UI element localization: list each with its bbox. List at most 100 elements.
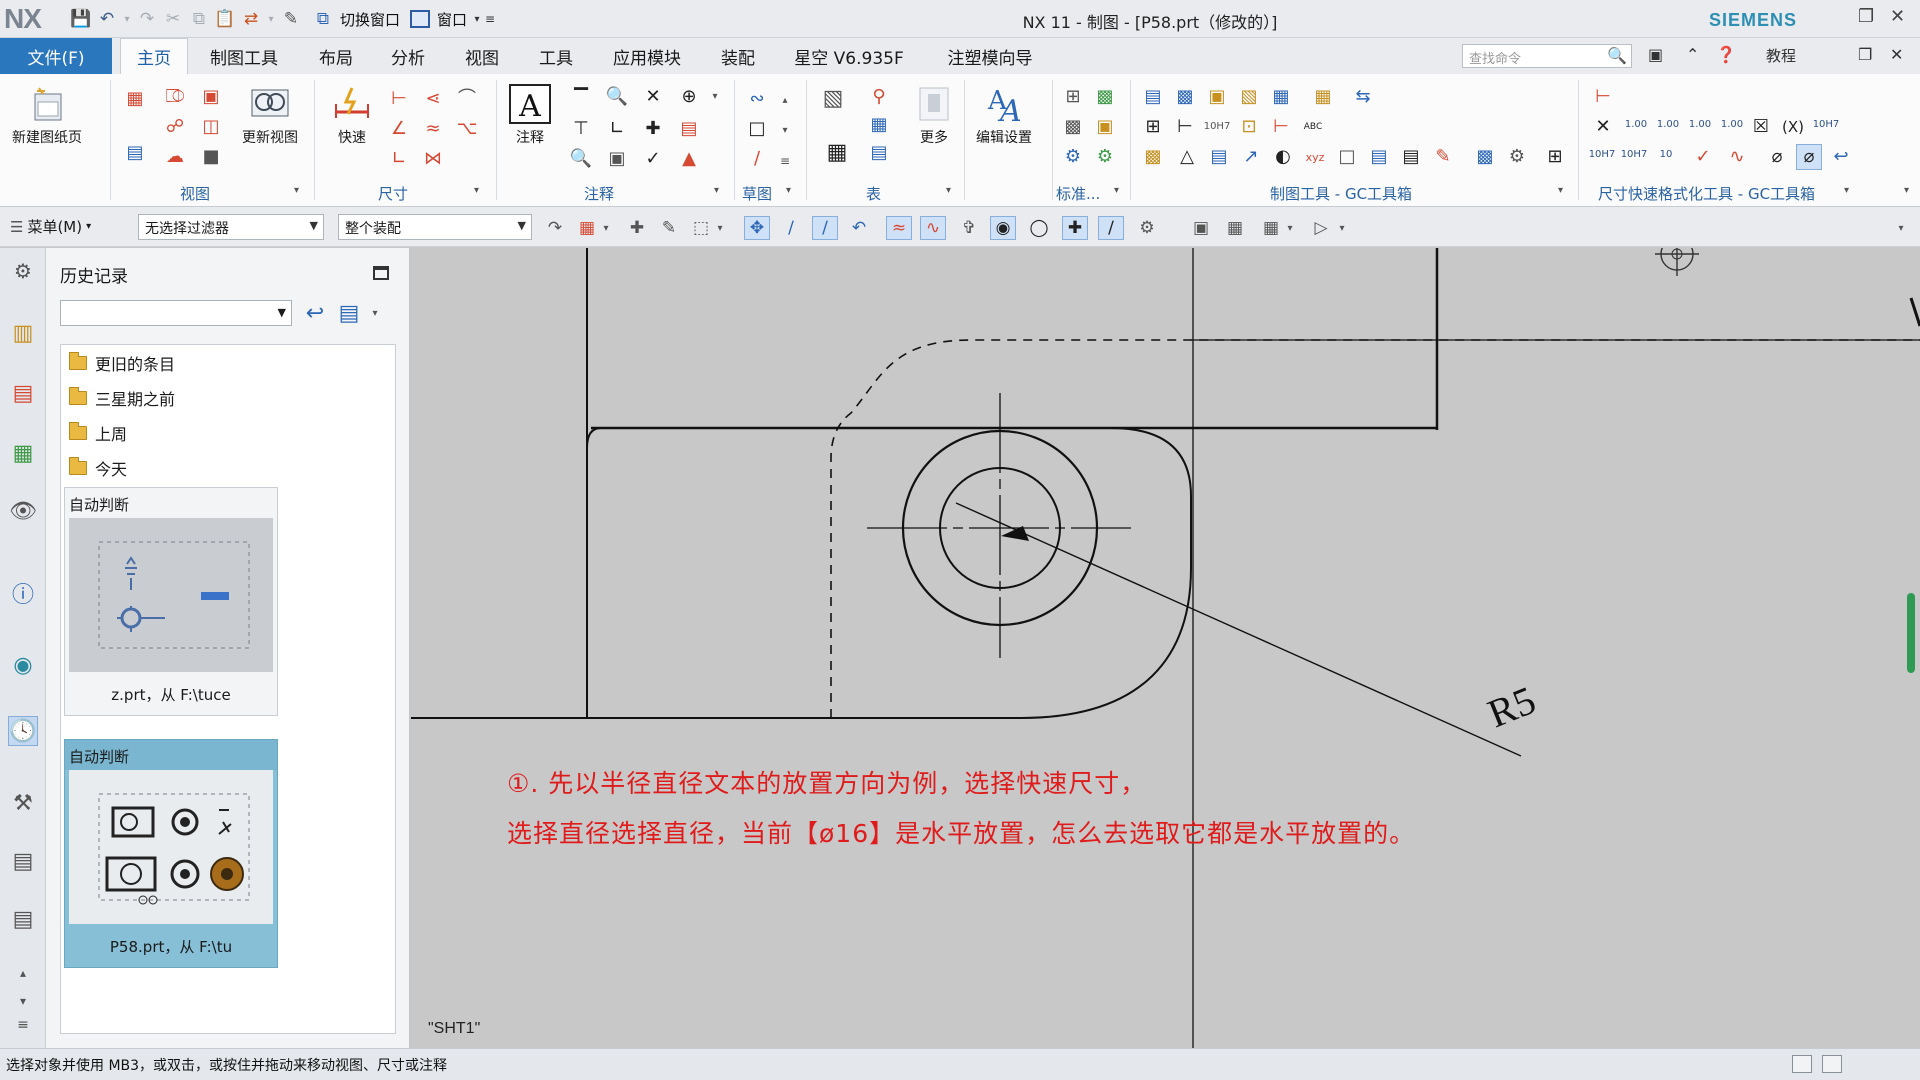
undo-icon[interactable]: ↶ bbox=[94, 7, 120, 31]
gc-tool-5-icon[interactable]: ▦ bbox=[1268, 84, 1294, 110]
gc-tool-16-icon[interactable]: ▤ bbox=[1206, 144, 1232, 170]
group-view-dropdown-icon[interactable]: ▾ bbox=[294, 185, 299, 196]
more-button[interactable]: 更多 bbox=[912, 84, 956, 147]
dim-format-stack-icon[interactable]: ⊢ bbox=[1590, 84, 1616, 110]
linear-dimension-icon[interactable]: ⊢ bbox=[386, 86, 412, 112]
gc-tool-18-icon[interactable]: ◐ bbox=[1270, 144, 1296, 170]
weld-symbol-icon[interactable]: ▲ bbox=[676, 146, 702, 172]
tab-layout[interactable]: 布局 bbox=[308, 38, 364, 74]
group-standard-dropdown-icon[interactable]: ▾ bbox=[1114, 185, 1119, 196]
snap-intersection-icon[interactable]: ≈ bbox=[886, 216, 912, 240]
diameter-format-icon[interactable]: ⌀ bbox=[1764, 144, 1790, 170]
edit-settings-button[interactable]: AA 编辑设置 bbox=[976, 84, 1032, 147]
selbar-expand-icon[interactable]: ▾ bbox=[1894, 216, 1908, 240]
system-materials-icon[interactable]: ▤ bbox=[8, 904, 38, 934]
gc-tool-12-icon[interactable]: ⊢ bbox=[1268, 114, 1294, 140]
intersection-symbol-icon[interactable]: ✚ bbox=[640, 116, 666, 142]
tab-mold-wizard[interactable]: 注塑模向导 bbox=[930, 38, 1050, 74]
gc-tool-8-icon[interactable]: ⊞ bbox=[1140, 114, 1166, 140]
list-item[interactable]: 上周 bbox=[69, 421, 127, 445]
sketch-more2-icon[interactable]: ▾ bbox=[772, 118, 798, 144]
radius-dimension-text[interactable]: R5 bbox=[1482, 677, 1542, 736]
view-fit-icon[interactable]: ▦ bbox=[1222, 216, 1248, 240]
maximize-panel-icon[interactable] bbox=[373, 266, 389, 280]
target-point-icon[interactable]: ✕ bbox=[640, 84, 666, 110]
center-mark-icon[interactable]: ⊕ bbox=[676, 84, 702, 110]
gc-tool-20-icon[interactable]: □ bbox=[1334, 144, 1360, 170]
gc-tool-13-icon[interactable]: ABC bbox=[1300, 114, 1326, 140]
help-icon[interactable]: ❓ bbox=[1716, 45, 1736, 64]
ribbon-options-icon[interactable]: ▣ bbox=[1648, 45, 1663, 64]
tolerance-format-1-icon[interactable]: 1.00 bbox=[1622, 120, 1650, 130]
tab-analysis[interactable]: 分析 bbox=[380, 38, 436, 74]
window-icon[interactable] bbox=[410, 10, 431, 28]
deselect-all-icon[interactable]: ✚ bbox=[624, 216, 650, 240]
snap-center-icon[interactable]: ◉ bbox=[990, 216, 1016, 240]
gc-tool-3-icon[interactable]: ▣ bbox=[1204, 84, 1230, 110]
fit-format-2-icon[interactable]: 10H7 bbox=[1620, 150, 1648, 160]
customize-qa-icon[interactable]: ≡ bbox=[483, 7, 497, 31]
restore-window-icon[interactable]: ❐ bbox=[1858, 6, 1874, 27]
gc-tool-10-icon[interactable]: 10H7 bbox=[1204, 114, 1231, 140]
snap-more-icon[interactable]: ⚙ bbox=[1134, 216, 1160, 240]
history-card-selected[interactable]: 自动判断 P58.prt，从 F:\tu bbox=[64, 739, 278, 968]
view-boundary-icon[interactable]: ■ bbox=[198, 144, 224, 170]
note-button[interactable]: A 注释 bbox=[508, 84, 552, 147]
box-dimension-icon[interactable]: ☒ bbox=[1748, 114, 1774, 140]
zoom-annotation-icon[interactable]: 🔍 bbox=[568, 146, 594, 172]
process-studio-icon[interactable]: ⚒ bbox=[8, 788, 38, 818]
repeat-dropdown-icon[interactable]: ▾ bbox=[264, 7, 278, 31]
base-view-icon[interactable]: ▦ bbox=[122, 86, 148, 112]
snap-control-point-icon[interactable]: ↶ bbox=[846, 216, 872, 240]
close-doc-icon[interactable]: ✕ bbox=[1890, 45, 1903, 64]
render-style-dropdown-icon[interactable]: ▾ bbox=[1336, 216, 1348, 240]
standard-tool-1-icon[interactable]: ⊞ bbox=[1060, 84, 1086, 110]
gc-tool-9-icon[interactable]: ⊢ bbox=[1172, 114, 1198, 140]
render-style-icon[interactable]: ▷ bbox=[1308, 216, 1334, 240]
command-search-input[interactable]: 查找命令 🔍 bbox=[1462, 44, 1632, 68]
balloon-icon[interactable]: ∟ bbox=[604, 116, 630, 142]
dim-format-clear-icon[interactable]: ✕ bbox=[1590, 114, 1616, 140]
menu-button[interactable]: ☰ 菜单(M) ▾ bbox=[10, 216, 91, 237]
diameter-format-active-icon[interactable]: ⌀ bbox=[1796, 144, 1822, 170]
gc-tool-25-icon[interactable]: ⚙ bbox=[1504, 144, 1530, 170]
redo-icon[interactable]: ↷ bbox=[134, 7, 160, 31]
bend-table-icon[interactable]: ▤ bbox=[866, 140, 892, 166]
snap-point-on-icon[interactable]: ✚ bbox=[1062, 216, 1088, 240]
tab-home[interactable]: 主页 bbox=[120, 38, 188, 74]
tabular-note-icon[interactable]: ▦ bbox=[824, 140, 850, 166]
group-table-dropdown-icon[interactable]: ▾ bbox=[946, 185, 951, 196]
section-view-icon[interactable]: ▣ bbox=[198, 84, 224, 110]
scroll-up-icon[interactable]: ▴ bbox=[8, 958, 38, 988]
gc-tool-17-icon[interactable]: ↗ bbox=[1238, 144, 1264, 170]
open-back-icon[interactable]: ↩ bbox=[302, 301, 328, 327]
sketch-more-icon[interactable]: ▴ bbox=[772, 88, 798, 114]
selection-scope-select[interactable]: 整个装配 ▼ bbox=[338, 214, 532, 240]
restore-doc-icon[interactable]: ❐ bbox=[1858, 45, 1872, 64]
snap-quadrant-icon[interactable]: ✞ bbox=[956, 216, 982, 240]
list-item[interactable]: 三星期之前 bbox=[69, 386, 175, 410]
history-icon[interactable]: 🕓 bbox=[8, 716, 38, 746]
standard-tool-5-icon[interactable]: ⚙ bbox=[1060, 144, 1086, 170]
select-dropdown-icon[interactable]: ▾ bbox=[600, 216, 612, 240]
gc-tool-7-icon[interactable]: ⇆ bbox=[1350, 84, 1376, 110]
tab-application[interactable]: 应用模块 bbox=[600, 38, 694, 74]
type-filter-select[interactable]: 无选择过滤器 ▼ bbox=[138, 214, 324, 240]
gc-tool-1-icon[interactable]: ▤ bbox=[1140, 84, 1166, 110]
tab-view[interactable]: 视图 bbox=[452, 38, 512, 74]
group-sketch-dropdown-icon[interactable]: ▾ bbox=[786, 185, 791, 196]
view-orient-icon[interactable]: ▣ bbox=[1188, 216, 1214, 240]
drawing-sheet[interactable]: R5 bbox=[411, 248, 1920, 1048]
drawing-view-icon[interactable]: ▤ bbox=[122, 140, 148, 166]
break-out-section-icon[interactable]: ☁ bbox=[162, 144, 188, 170]
information-icon[interactable]: ⓘ bbox=[8, 578, 38, 608]
gc-tool-22-icon[interactable]: ▤ bbox=[1398, 144, 1424, 170]
rectangle-select-icon[interactable]: ⬚ bbox=[688, 216, 714, 240]
ribbon-expand-icon[interactable]: ▾ bbox=[1904, 185, 1909, 196]
collapse-ribbon-icon[interactable]: ⌃ bbox=[1686, 45, 1699, 64]
touch-mode-icon[interactable]: ✎ bbox=[278, 7, 304, 31]
graphics-window[interactable]: R5 bbox=[411, 248, 1920, 1048]
tutorial-link[interactable]: 教程 bbox=[1766, 45, 1796, 66]
gc-tool-19-icon[interactable]: xyz bbox=[1302, 144, 1328, 170]
gc-tool-24-icon[interactable]: ▩ bbox=[1472, 144, 1498, 170]
